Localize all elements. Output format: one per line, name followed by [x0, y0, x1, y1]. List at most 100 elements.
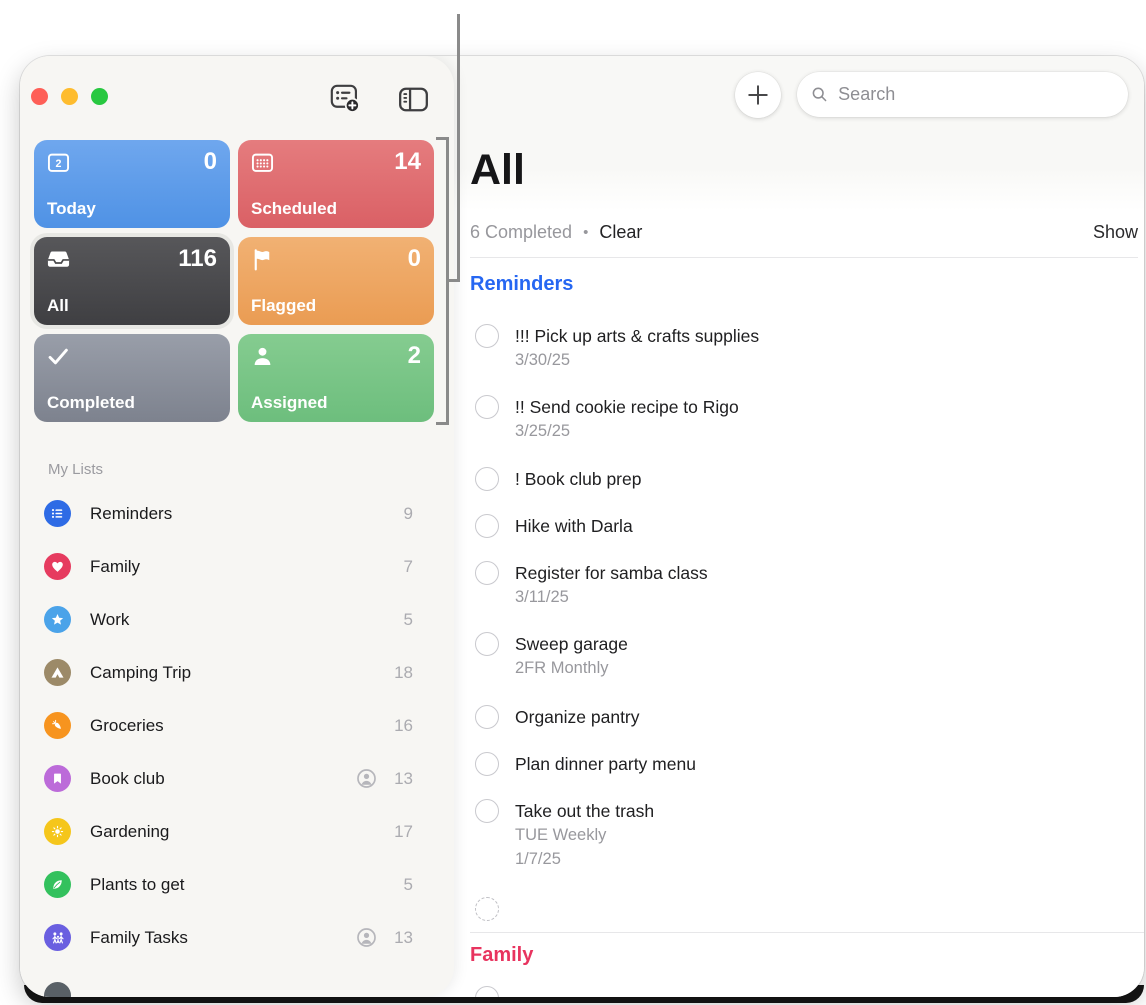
- calendar-scheduled-icon: [249, 149, 276, 176]
- list-count: 9: [391, 504, 413, 524]
- section-header-family: Family: [470, 944, 533, 967]
- reminder-title: Hike with Darla: [515, 514, 633, 538]
- svg-text:2: 2: [56, 158, 62, 170]
- smart-list-today[interactable]: 2 0 Today: [34, 140, 230, 228]
- clear-button[interactable]: Clear: [599, 222, 642, 243]
- callout-bracket: [436, 137, 449, 425]
- partial-list-icon: [44, 982, 71, 997]
- reminder-title: ! Book club prep: [515, 467, 641, 491]
- reminder-item[interactable]: Register for samba class 3/11/25: [475, 561, 708, 609]
- divider: [470, 257, 1138, 258]
- scheduled-label: Scheduled: [251, 199, 337, 219]
- complete-circle[interactable]: [475, 467, 499, 491]
- reminder-date: 3/25/25: [515, 419, 739, 443]
- page-title: All: [470, 146, 525, 195]
- list-name: Groceries: [90, 716, 391, 736]
- callout-line: [457, 14, 460, 282]
- list-name: Family Tasks: [90, 928, 356, 948]
- smart-lists-grid: 2 0 Today 14 Scheduled: [34, 140, 434, 422]
- sidebar-item-book-club[interactable]: Book club 13: [20, 752, 454, 805]
- reminder-item[interactable]: !!! Pick up arts & crafts supplies 3/30/…: [475, 324, 759, 372]
- complete-circle[interactable]: [475, 561, 499, 585]
- reminder-item[interactable]: ! Book club prep: [475, 467, 641, 491]
- reminder-item[interactable]: Plan dinner party menu: [475, 752, 696, 776]
- completed-summary-row: 6 Completed • Clear Show: [470, 222, 1138, 243]
- complete-circle[interactable]: [475, 799, 499, 823]
- complete-circle[interactable]: [475, 324, 499, 348]
- close-window-button[interactable]: [31, 88, 48, 105]
- bookmark-icon: [44, 765, 71, 792]
- search-field[interactable]: [797, 72, 1128, 117]
- list-count: 13: [391, 928, 413, 948]
- complete-circle[interactable]: [475, 705, 499, 729]
- zoom-window-button[interactable]: [91, 88, 108, 105]
- smart-list-assigned[interactable]: 2 Assigned: [238, 334, 434, 422]
- today-count: 0: [204, 148, 217, 176]
- list-name: Camping Trip: [90, 663, 391, 683]
- reminder-title: Plan dinner party menu: [515, 752, 696, 776]
- list-count: 17: [391, 822, 413, 842]
- sidebar-item-camping-trip[interactable]: Camping Trip 18: [20, 646, 454, 699]
- show-button[interactable]: Show: [1093, 222, 1138, 243]
- reminder-item[interactable]: Take out the trash TUE Weekly 1/7/25: [475, 799, 654, 871]
- smart-list-all-selected[interactable]: 116 All: [34, 237, 230, 325]
- sidebar-item-reminders[interactable]: Reminders 9: [20, 487, 454, 540]
- complete-circle[interactable]: [475, 632, 499, 656]
- complete-circle[interactable]: [475, 752, 499, 776]
- reminder-recurrence: 2FR Monthly: [515, 656, 628, 680]
- reminder-date: 3/11/25: [515, 585, 708, 609]
- person-icon: [249, 343, 276, 370]
- heart-icon: [44, 553, 71, 580]
- sidebar-item-groceries[interactable]: Groceries 16: [20, 699, 454, 752]
- reminder-item[interactable]: !! Send cookie recipe to Rigo 3/25/25: [475, 395, 739, 443]
- list-count: 5: [391, 875, 413, 895]
- reminder-item[interactable]: Hike with Darla: [475, 514, 633, 538]
- add-list-icon[interactable]: [328, 81, 361, 114]
- minimize-window-button[interactable]: [61, 88, 78, 105]
- sidebar-item-work[interactable]: Work 5: [20, 593, 454, 646]
- list-count: 13: [391, 769, 413, 789]
- complete-circle[interactable]: [475, 395, 499, 419]
- star-icon: [44, 606, 71, 633]
- dot-separator: •: [583, 224, 588, 241]
- reminder-date: 1/7/25: [515, 847, 654, 871]
- reminder-title: Register for samba class: [515, 561, 708, 585]
- sidebar-item-gardening[interactable]: Gardening 17: [20, 805, 454, 858]
- reminder-title: Sweep garage: [515, 632, 628, 656]
- list-name: Gardening: [90, 822, 391, 842]
- smart-list-completed[interactable]: Completed: [34, 334, 230, 422]
- complete-circle[interactable]: [475, 514, 499, 538]
- sidebar-item-plants-to-get[interactable]: Plants to get 5: [20, 858, 454, 911]
- list-count: 18: [391, 663, 413, 683]
- list-count: 5: [391, 610, 413, 630]
- list-count: 7: [391, 557, 413, 577]
- all-label: All: [47, 296, 69, 316]
- scheduled-count: 14: [394, 148, 421, 176]
- assigned-count: 2: [408, 342, 421, 370]
- tray-icon: [45, 246, 72, 273]
- sidebar-item-family[interactable]: Family 7: [20, 540, 454, 593]
- divider: [470, 932, 1144, 933]
- reminder-item[interactable]: Sweep garage 2FR Monthly: [475, 632, 628, 680]
- list-name: Reminders: [90, 504, 391, 524]
- toggle-sidebar-icon[interactable]: [397, 83, 430, 116]
- assigned-label: Assigned: [251, 393, 328, 413]
- family-icon: [44, 924, 71, 951]
- smart-list-scheduled[interactable]: 14 Scheduled: [238, 140, 434, 228]
- search-input[interactable]: [836, 83, 1114, 106]
- flagged-count: 0: [408, 245, 421, 273]
- reminder-item[interactable]: Organize pantry: [475, 705, 640, 729]
- carrot-icon: [44, 712, 71, 739]
- smart-list-flagged[interactable]: 0 Flagged: [238, 237, 434, 325]
- checkmark-icon: [45, 343, 72, 370]
- sidebar-item-family-tasks[interactable]: Family Tasks 13: [20, 911, 454, 964]
- search-icon: [811, 85, 828, 104]
- my-lists-header: My Lists: [48, 461, 103, 478]
- reminder-title: Take out the trash: [515, 799, 654, 823]
- sun-icon: [44, 818, 71, 845]
- flagged-label: Flagged: [251, 296, 316, 316]
- add-reminder-button[interactable]: [735, 72, 781, 118]
- new-reminder-placeholder[interactable]: [475, 897, 499, 921]
- list-name: Plants to get: [90, 875, 391, 895]
- list-bullet-icon: [44, 500, 71, 527]
